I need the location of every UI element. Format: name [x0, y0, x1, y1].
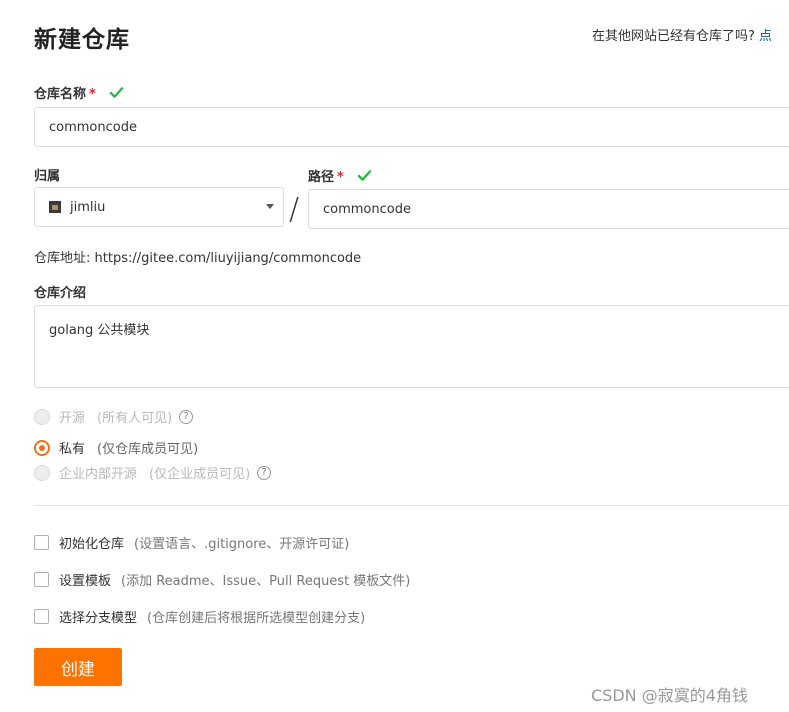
create-button[interactable]: 创建 [34, 648, 122, 686]
checkbox[interactable] [34, 535, 49, 550]
visibility-note: (所有人可见) [97, 411, 173, 426]
path-value: commoncode [323, 201, 411, 217]
help-icon[interactable]: ? [257, 465, 272, 480]
description-textarea[interactable]: golang 公共模块 [34, 305, 789, 388]
option-note: (仓库创建后将根据所选模型创建分支) [147, 611, 366, 626]
watermark: CSDN @寂寞的4角钱 [591, 686, 748, 705]
radio-button-selected[interactable] [34, 439, 50, 456]
option-label: 设置模板 [59, 574, 112, 589]
description-value: golang 公共模块 [49, 323, 150, 338]
visibility-option-enterprise[interactable]: 企业内部开源 (仅企业成员可见) ? [34, 463, 272, 482]
option-note: (添加 Readme、Issue、Pull Request 模板文件) [121, 574, 411, 589]
repo-name-label-text: 仓库名称 [34, 87, 87, 102]
import-hint: 在其他网站已经有仓库了吗? 点 [592, 25, 772, 44]
check-icon [110, 87, 124, 98]
radio-button[interactable] [34, 408, 50, 425]
repo-name-label: 仓库名称 * [34, 83, 124, 102]
owner-label: 归属 [34, 169, 61, 184]
path-label: 路径 * [308, 166, 372, 185]
owner-select[interactable]: jimliu [34, 187, 284, 227]
visibility-label: 私有 [59, 442, 86, 457]
required-mark: * [89, 87, 96, 102]
option-template[interactable]: 设置模板 (添加 Readme、Issue、Pull Request 模板文件) [34, 570, 410, 589]
repo-address-label: 仓库地址: [34, 251, 91, 266]
repo-address: 仓库地址: https://gitee.com/liuyijiang/commo… [34, 247, 361, 266]
page-title: 新建仓库 [34, 27, 130, 53]
visibility-label: 开源 [59, 411, 86, 426]
option-branch-model[interactable]: 选择分支模型 (仓库创建后将根据所选模型创建分支) [34, 607, 365, 626]
path-separator: / [289, 192, 300, 227]
description-label: 仓库介绍 [34, 286, 87, 301]
option-init-repo[interactable]: 初始化仓库 (设置语言、.gitignore、开源许可证) [34, 533, 349, 552]
visibility-note: (仅企业成员可见) [149, 467, 251, 482]
visibility-option-private[interactable]: 私有 (仅仓库成员可见) [34, 438, 198, 457]
owner-value: jimliu [70, 199, 106, 215]
path-label-text: 路径 [308, 170, 335, 185]
visibility-label: 企业内部开源 [59, 467, 138, 482]
checkbox[interactable] [34, 572, 49, 587]
import-link[interactable]: 点 [759, 29, 772, 44]
check-icon [358, 170, 372, 181]
repo-name-value: commoncode [49, 119, 137, 135]
visibility-option-public[interactable]: 开源 (所有人可见) ? [34, 407, 194, 426]
radio-button[interactable] [34, 464, 50, 481]
help-icon[interactable]: ? [179, 409, 194, 424]
repo-address-url: https://gitee.com/liuyijiang/commoncode [94, 251, 362, 266]
option-note: (设置语言、.gitignore、开源许可证) [134, 537, 350, 552]
repo-name-input[interactable]: commoncode [34, 107, 789, 147]
checkbox[interactable] [34, 609, 49, 624]
import-hint-text: 在其他网站已经有仓库了吗? [592, 29, 755, 44]
required-mark: * [337, 170, 344, 185]
avatar [49, 201, 61, 213]
option-label: 选择分支模型 [59, 611, 138, 626]
divider [34, 505, 789, 506]
option-label: 初始化仓库 [59, 537, 125, 552]
caret-down-icon [266, 204, 274, 209]
path-input[interactable]: commoncode [308, 189, 789, 229]
visibility-note: (仅仓库成员可见) [97, 442, 199, 457]
